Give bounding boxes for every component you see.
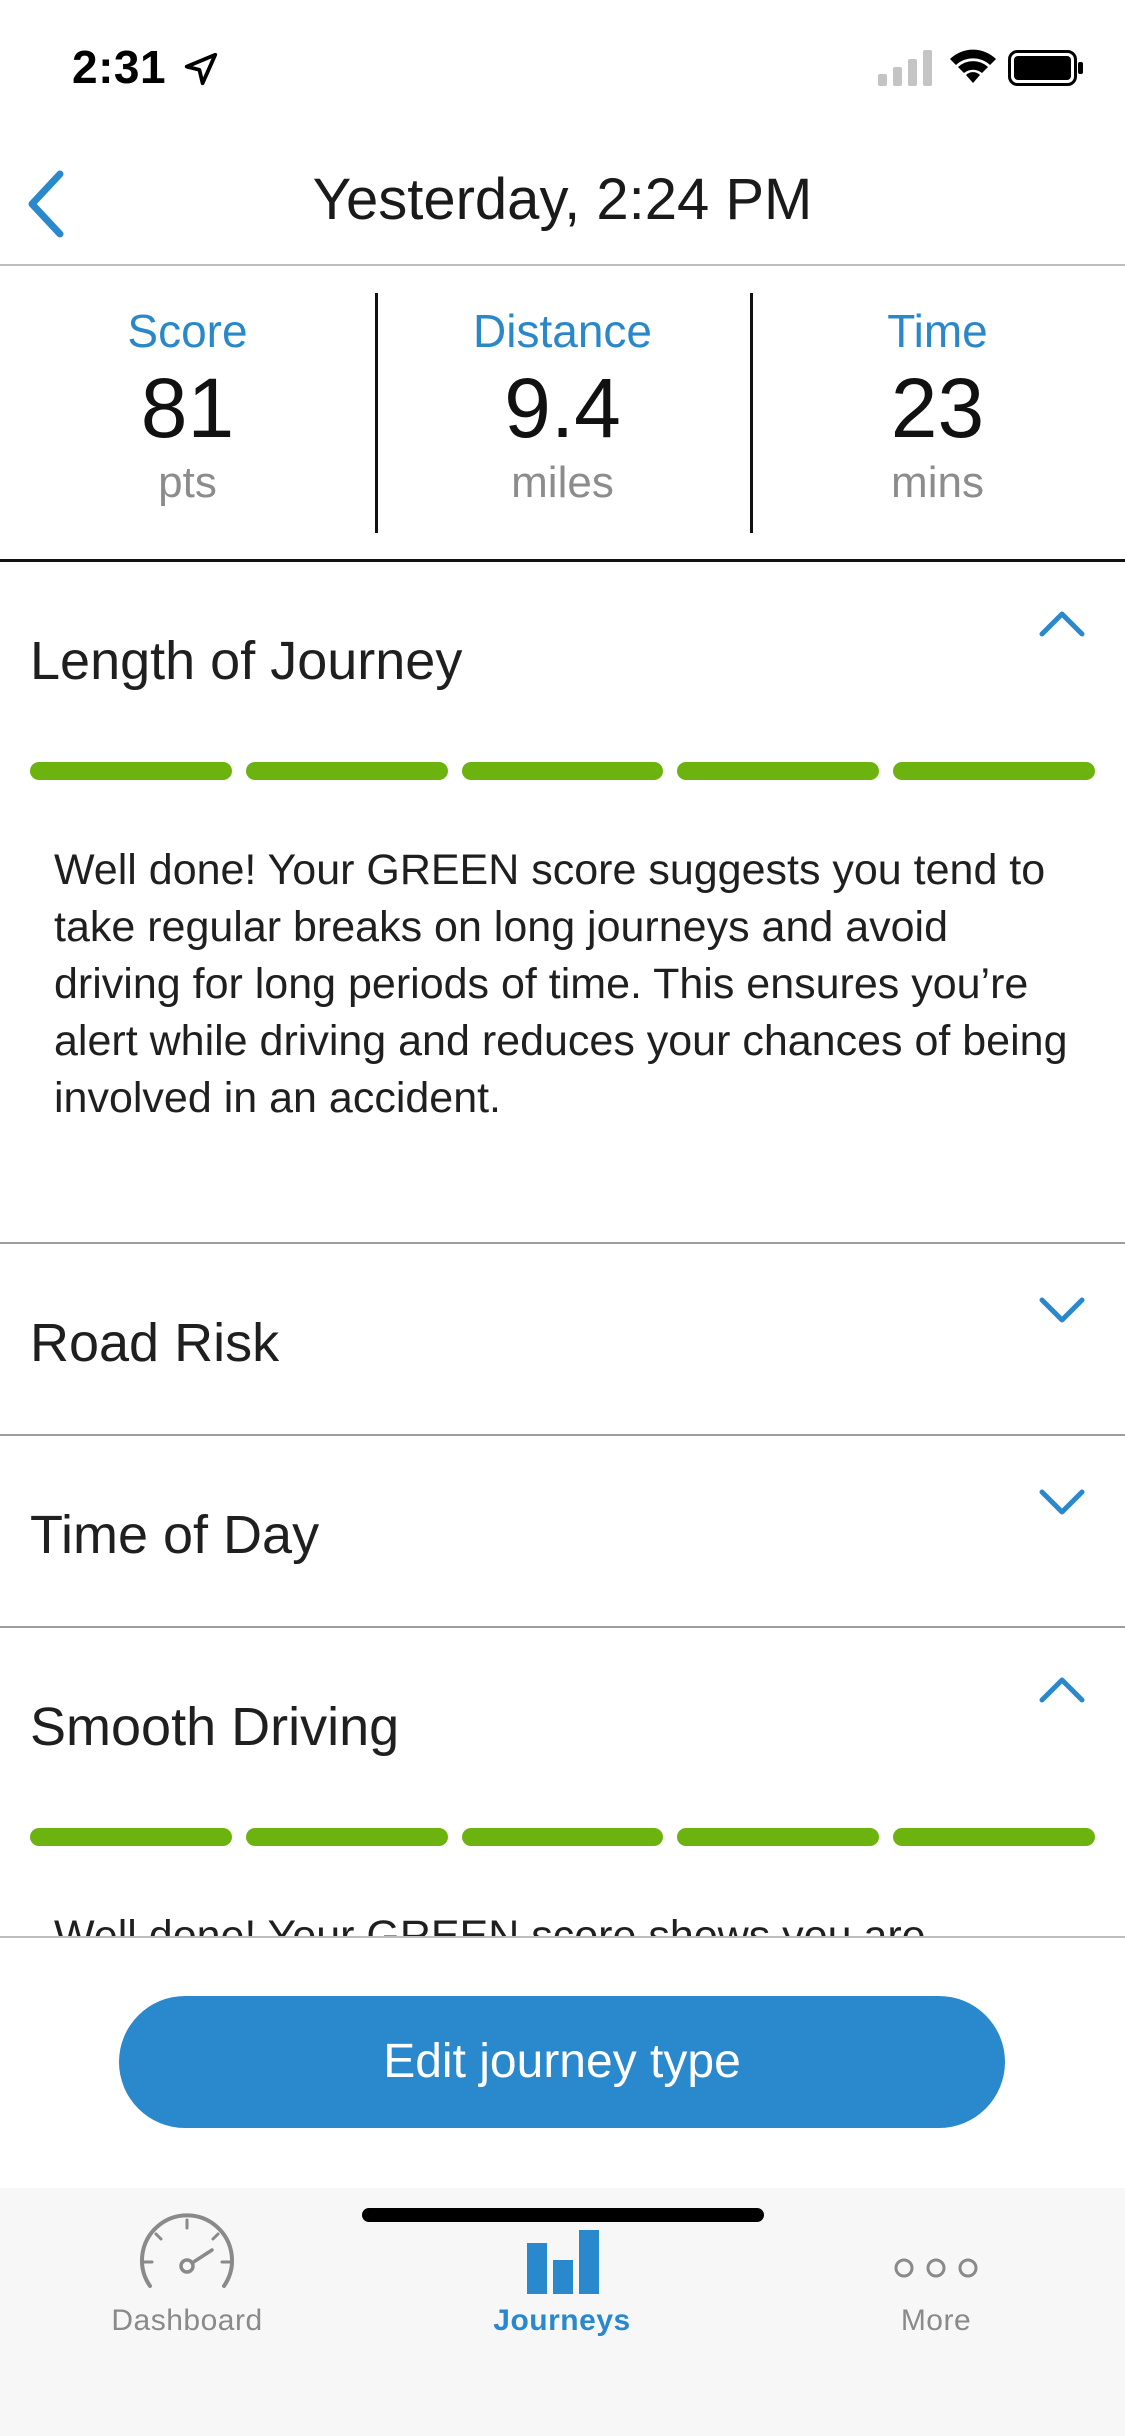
stat-label: Score	[127, 305, 248, 357]
home-indicator	[362, 2208, 764, 2222]
stat-value: 9.4	[504, 361, 621, 455]
location-arrow-icon	[184, 52, 218, 86]
score-bar-segment	[893, 762, 1095, 780]
stat-label: Time	[887, 305, 988, 357]
tab-label: Dashboard	[111, 2304, 263, 2337]
journey-detail-screen: 2:31 Yesterday, 2:24 PM Score 81 pts Dis…	[0, 0, 1125, 2436]
stat-value: 81	[140, 361, 235, 455]
wifi-icon	[950, 49, 996, 83]
score-bar-segment	[245, 1828, 448, 1846]
tab-dashboard[interactable]: Dashboard	[37, 2208, 337, 2338]
score-sections-list: Length of Journey Well done! Your GREEN …	[0, 562, 1125, 1936]
page-title: Yesterday, 2:24 PM	[312, 167, 813, 232]
battery-icon	[1008, 50, 1083, 86]
section-description: Well done! Your GREEN score shows you ar…	[54, 1912, 926, 1936]
status-time: 2:31	[72, 41, 167, 93]
edit-journey-type-button[interactable]: Edit journey type	[119, 1996, 1005, 2128]
navigation-bar: Yesterday, 2:24 PM	[0, 136, 1125, 266]
score-bar-segment	[677, 1828, 880, 1846]
score-bar-segment	[677, 762, 880, 780]
stat-label: Distance	[473, 305, 652, 357]
chevron-up-icon[interactable]	[1037, 1672, 1087, 1706]
tab-bar: Dashboard Journeys More	[0, 2188, 1125, 2436]
stat-time: Time 23 mins	[750, 268, 1125, 559]
stat-score: Score 81 pts	[0, 268, 375, 559]
score-bar-segment	[461, 1828, 664, 1846]
status-bar: 2:31	[0, 0, 1125, 136]
chevron-down-icon[interactable]	[1037, 1486, 1087, 1520]
journey-stats: Score 81 pts Distance 9.4 miles Time 23 …	[0, 268, 1125, 562]
section-time-of-day[interactable]: Time of Day	[0, 1436, 1125, 1628]
more-dots-icon	[894, 2258, 978, 2278]
tab-journeys[interactable]: Journeys	[412, 2208, 712, 2338]
chevron-up-icon[interactable]	[1037, 606, 1087, 640]
tab-label: Journeys	[493, 2304, 631, 2337]
section-description: Well done! Your GREEN score suggests you…	[54, 846, 1068, 1122]
section-title: Smooth Driving	[30, 1697, 400, 1757]
score-bar	[30, 1828, 1095, 1846]
tab-more[interactable]: More	[786, 2208, 1086, 2338]
stat-unit: pts	[158, 458, 217, 508]
score-bar-segment	[461, 762, 664, 780]
edit-journey-area: Edit journey type	[0, 1936, 1125, 2188]
section-title: Time of Day	[30, 1505, 320, 1565]
section-title: Road Risk	[30, 1313, 280, 1373]
score-bar	[30, 762, 1095, 780]
score-bar-segment	[893, 1828, 1095, 1846]
speedometer-icon	[140, 2213, 234, 2288]
section-title: Length of Journey	[30, 631, 463, 691]
section-length-of-journey[interactable]: Length of Journey Well done! Your GREEN …	[0, 562, 1125, 1244]
chevron-down-icon[interactable]	[1037, 1294, 1087, 1328]
cellular-signal-icon	[878, 50, 932, 86]
score-bar-segment	[245, 762, 448, 780]
tab-label: More	[900, 2304, 972, 2337]
stat-value: 23	[890, 361, 985, 455]
stat-unit: mins	[891, 458, 984, 508]
stat-distance: Distance 9.4 miles	[375, 268, 750, 559]
stat-unit: miles	[511, 458, 614, 508]
score-bar-segment	[30, 762, 232, 780]
score-bar-segment	[30, 1828, 232, 1846]
section-road-risk[interactable]: Road Risk	[0, 1244, 1125, 1436]
section-smooth-driving[interactable]: Smooth Driving Well done! Your GREEN sco…	[0, 1628, 1125, 1936]
